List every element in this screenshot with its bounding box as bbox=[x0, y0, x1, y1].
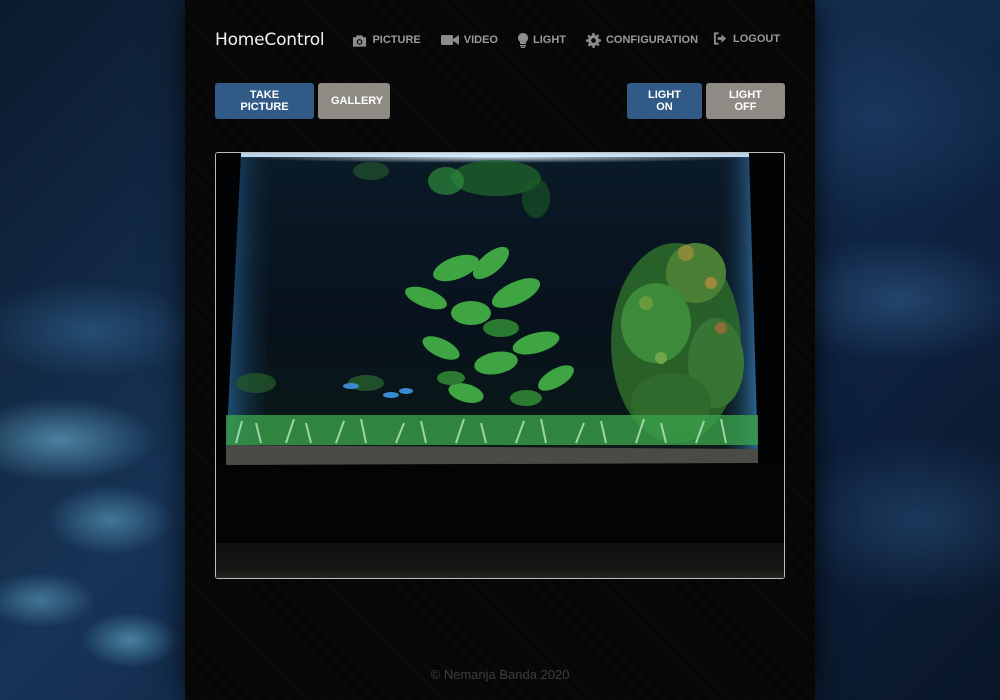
lightbulb-icon bbox=[517, 32, 528, 48]
camera-icon bbox=[353, 34, 367, 47]
nav-item-configuration[interactable]: CONFIGURATION bbox=[585, 32, 699, 48]
nav-item-light[interactable]: LIGHT bbox=[517, 32, 566, 48]
top-nav: HomeControl PICTURE VIDEO LIGHT CONFIGUR… bbox=[215, 30, 718, 50]
aquarium-image bbox=[216, 153, 784, 578]
footer-copyright: © Nemanja Banda 2020 bbox=[430, 667, 570, 682]
brand-logo[interactable]: HomeControl bbox=[215, 30, 325, 50]
main-panel: HomeControl PICTURE VIDEO LIGHT CONFIGUR… bbox=[185, 0, 815, 700]
video-camera-icon bbox=[440, 35, 459, 45]
nav-item-video[interactable]: VIDEO bbox=[440, 34, 498, 46]
light-on-button[interactable]: LIGHT ON bbox=[627, 83, 702, 119]
logout-icon bbox=[713, 32, 727, 45]
gallery-button[interactable]: GALLERY bbox=[318, 83, 390, 119]
nav-item-label: LIGHT bbox=[532, 34, 566, 46]
logout-link[interactable]: LOGOUT bbox=[713, 32, 780, 45]
logout-label: LOGOUT bbox=[733, 32, 781, 45]
nav-item-picture[interactable]: PICTURE bbox=[352, 34, 421, 47]
take-picture-button[interactable]: TAKE PICTURE bbox=[215, 83, 314, 119]
camera-picture bbox=[215, 152, 785, 579]
nav-item-label: PICTURE bbox=[372, 34, 421, 46]
light-off-button[interactable]: LIGHT OFF bbox=[706, 83, 785, 119]
gear-icon bbox=[585, 32, 601, 48]
nav-item-label: VIDEO bbox=[463, 34, 498, 46]
nav-item-label: CONFIGURATION bbox=[605, 34, 699, 46]
